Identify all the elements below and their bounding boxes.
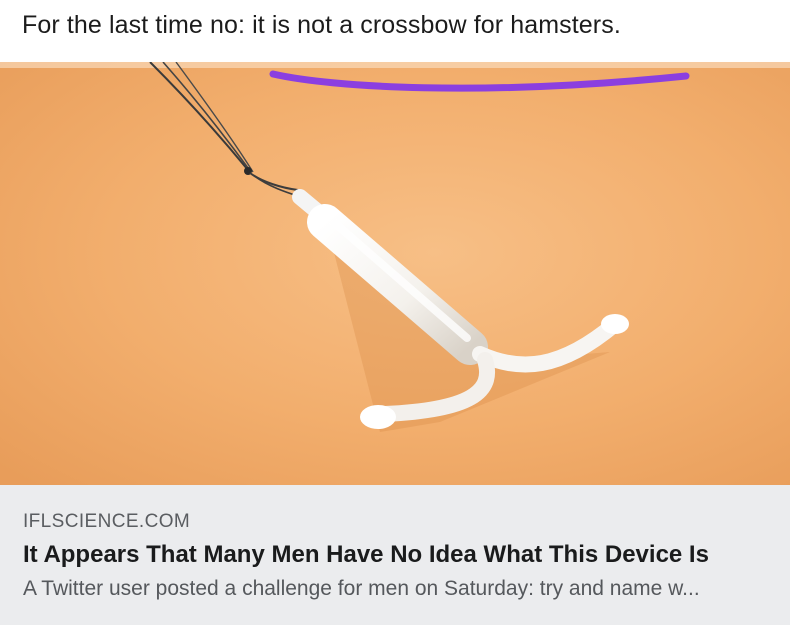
- link-title[interactable]: It Appears That Many Men Have No Idea Wh…: [23, 541, 709, 569]
- link-description: A Twitter user posted a challenge for me…: [23, 577, 700, 600]
- link-preview-meta[interactable]: IFLSCIENCE.COM It Appears That Many Men …: [0, 485, 790, 625]
- link-preview-image[interactable]: [0, 62, 790, 485]
- link-preview-card[interactable]: IFLSCIENCE.COM It Appears That Many Men …: [0, 62, 790, 625]
- link-domain: IFLSCIENCE.COM: [23, 511, 191, 532]
- feed-post: For the last time no: it is not a crossb…: [0, 0, 790, 625]
- post-caption: For the last time no: it is not a crossb…: [22, 11, 621, 39]
